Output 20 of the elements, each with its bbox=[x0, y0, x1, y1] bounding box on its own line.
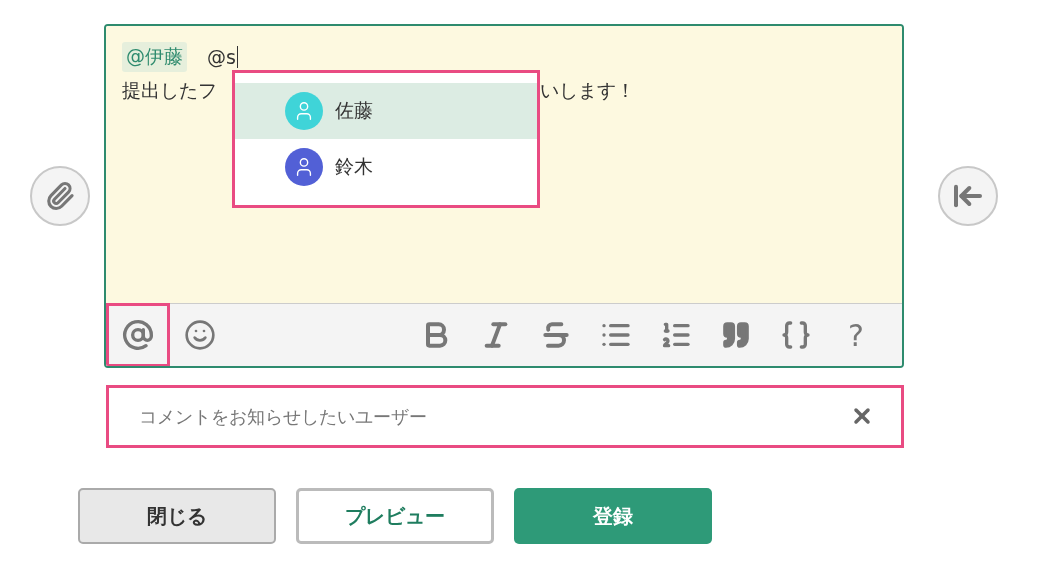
smiley-icon bbox=[184, 319, 216, 351]
user-name: 鈴木 bbox=[335, 154, 373, 179]
comment-text: いします！ bbox=[540, 78, 635, 103]
typed-text: @s bbox=[207, 46, 238, 68]
user-name: 佐藤 bbox=[335, 98, 373, 123]
collapse-button[interactable] bbox=[938, 166, 998, 226]
attach-button[interactable] bbox=[30, 166, 90, 226]
close-button[interactable]: 閉じる bbox=[78, 488, 276, 544]
mention-button[interactable] bbox=[106, 303, 170, 366]
comment-text: 提出したフ bbox=[122, 79, 217, 101]
notify-user-field[interactable]: コメントをお知らせしたいユーザー bbox=[106, 385, 904, 448]
help-button[interactable]: ? bbox=[826, 305, 886, 365]
braces-icon bbox=[780, 319, 812, 351]
quote-icon bbox=[721, 320, 751, 350]
at-sign-icon bbox=[122, 319, 154, 351]
preview-button[interactable]: プレビュー bbox=[296, 488, 494, 544]
user-suggestion[interactable]: 佐藤 bbox=[235, 83, 537, 139]
paperclip-icon bbox=[45, 181, 75, 211]
comment-editor[interactable]: @伊藤 @s 提出したフ いします！ 佐藤 鈴木 ? bbox=[104, 24, 904, 368]
mention-tag: @伊藤 bbox=[122, 42, 187, 72]
